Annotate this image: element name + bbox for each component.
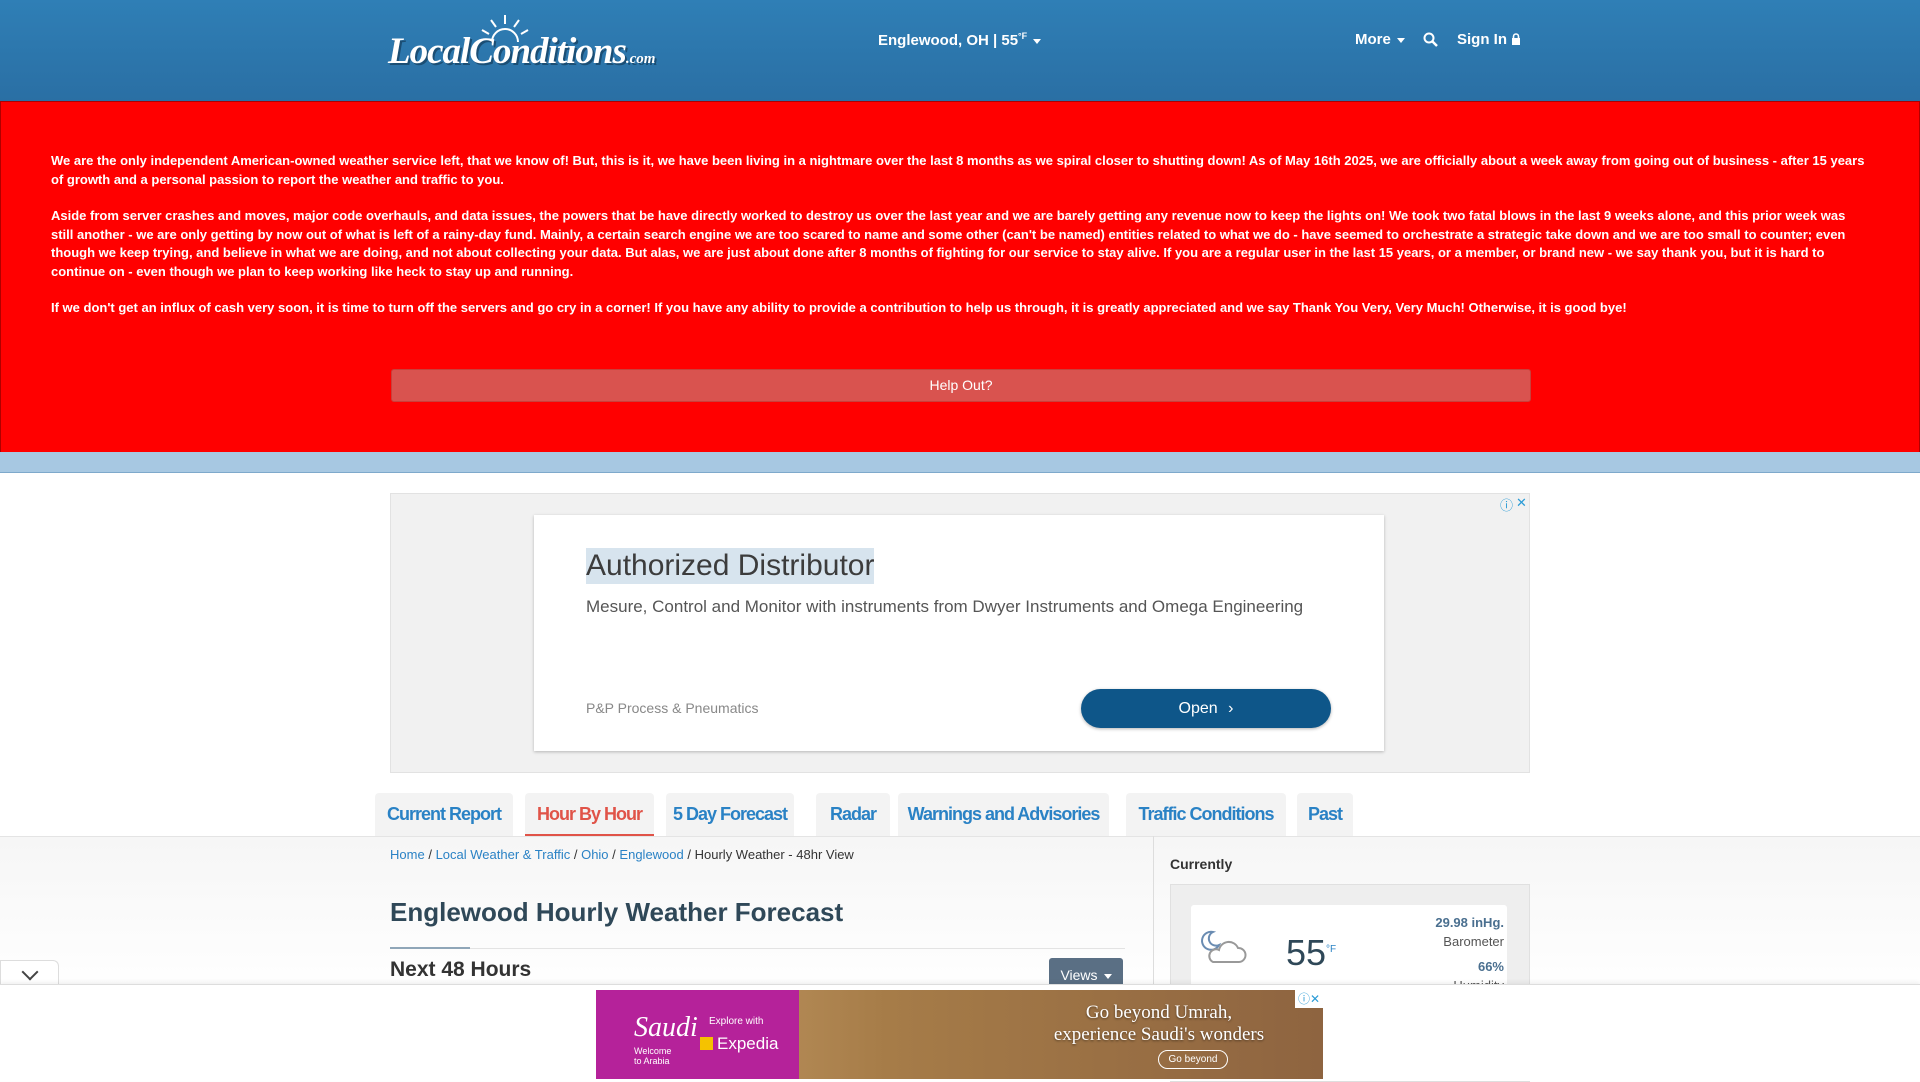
location-dropdown[interactable]: Englewood, OH | 55°F <box>878 31 1042 49</box>
ad-info-icon[interactable]: ⓘ <box>1500 495 1513 514</box>
ad-close-icon[interactable]: ✕ <box>1516 495 1527 511</box>
logo-text: LocalConditions <box>388 31 627 72</box>
saudi-headline-line: Go beyond Umrah, <box>1085 1002 1233 1023</box>
breadcrumb-state[interactable]: Ohio <box>581 847 608 862</box>
current-temperature: 55°F <box>1286 932 1336 974</box>
divider-accent <box>390 947 470 949</box>
ad-title[interactable]: Authorized Distributor <box>586 548 875 584</box>
barometer-value: 29.98 inHg. <box>1435 915 1504 930</box>
humidity-value: 66% <box>1477 959 1504 974</box>
partly-cloudy-night-icon <box>1201 930 1247 963</box>
saudi-logo: Saudi <box>634 1012 698 1043</box>
chevron-down-icon <box>1103 973 1112 979</box>
tab-radar[interactable]: Radar <box>816 793 890 836</box>
ad-close-icon[interactable]: ⓘ✕ <box>1295 990 1323 1008</box>
divider <box>390 948 1125 949</box>
temperature-value: 55 <box>1286 932 1327 973</box>
views-label: Views <box>1060 967 1098 983</box>
page-title: Englewood Hourly Weather Forecast <box>390 897 844 927</box>
banner-paragraph: Aside from server crashes and moves, maj… <box>51 208 1846 280</box>
saudi-headline-line: experience Saudi's wonders <box>1053 1024 1265 1045</box>
ad-open-label: Open <box>1178 700 1218 717</box>
top-navbar: LocalConditions.com Englewood, OH | 55°F… <box>0 0 1920 102</box>
donation-banner: We are the only independent American-own… <box>0 101 1920 454</box>
barometer-humidity: 29.98 inHg. Barometer 66% Humidity <box>1435 915 1504 993</box>
ad-advertiser: P&P Process & Pneumatics <box>586 700 759 716</box>
site-logo[interactable]: LocalConditions.com <box>388 12 655 78</box>
banner-paragraph: If we don't get an influx of cash very s… <box>51 300 1627 315</box>
location-label: Englewood, OH | 55 <box>878 32 1019 49</box>
search-icon <box>1423 32 1438 47</box>
expedia-mark-icon <box>700 1037 713 1050</box>
chevron-down-icon <box>1396 37 1405 43</box>
more-label: More <box>1355 31 1391 48</box>
breadcrumb-separator: / <box>612 847 616 862</box>
tab-hour-by-hour[interactable]: Hour By Hour <box>525 793 654 836</box>
saudi-tagline: Welcome to Arabia <box>634 1046 671 1066</box>
logo-tld: .com <box>625 51 656 67</box>
tab-5-day-forecast[interactable]: 5 Day Forecast <box>666 793 794 836</box>
section-heading: Next 48 Hours <box>390 958 532 981</box>
sign-in-link[interactable]: Sign In <box>1457 31 1521 48</box>
expedia-logo: Expedia <box>700 1034 778 1054</box>
breadcrumb-separator: / <box>687 847 691 862</box>
chevron-down-icon <box>1033 38 1042 44</box>
sign-in-label: Sign In <box>1457 31 1507 48</box>
ad-open-button[interactable]: Open › <box>1081 689 1331 728</box>
search-button[interactable] <box>1423 32 1438 51</box>
go-beyond-button[interactable]: Go beyond <box>1158 1050 1228 1069</box>
temperature-unit: °F <box>1326 944 1337 955</box>
chevron-right-icon: › <box>1228 700 1234 717</box>
more-menu[interactable]: More <box>1355 31 1405 48</box>
collapse-ad-button[interactable] <box>0 960 59 986</box>
breadcrumb-current: Hourly Weather - 48hr View <box>694 847 854 862</box>
help-out-button[interactable]: Help Out? <box>391 369 1531 402</box>
saudi-tagline-line: to Arabia <box>634 1056 670 1066</box>
banner-paragraph: We are the only independent American-own… <box>51 153 1865 187</box>
expedia-label: Expedia <box>717 1034 779 1053</box>
tab-current-report[interactable]: Current Report <box>375 793 513 836</box>
saudi-tagline-line: Welcome <box>634 1046 672 1056</box>
breadcrumb-local[interactable]: Local Weather & Traffic <box>436 847 571 862</box>
breadcrumb-separator: / <box>428 847 432 862</box>
breadcrumb: Home / Local Weather & Traffic / Ohio / … <box>390 847 854 862</box>
tab-past[interactable]: Past <box>1297 793 1353 836</box>
explore-with-label: Explore with <box>709 1016 764 1027</box>
saudi-banner-ad[interactable]: Saudi Welcome to Arabia Explore with Exp… <box>596 990 1323 1079</box>
currently-heading: Currently <box>1170 856 1233 872</box>
ad-description: Mesure, Control and Monitor with instrum… <box>586 597 1304 616</box>
breadcrumb-city[interactable]: Englewood <box>619 847 683 862</box>
barometer-label: Barometer <box>1443 934 1504 949</box>
temp-unit: °F <box>1018 31 1028 41</box>
banner-divider <box>0 452 1920 473</box>
tab-traffic-conditions[interactable]: Traffic Conditions <box>1126 793 1286 836</box>
breadcrumb-home[interactable]: Home <box>390 847 425 862</box>
lock-icon <box>1512 33 1521 45</box>
saudi-headline: Go beyond Umrah, experience Saudi's wond… <box>1009 1002 1309 1046</box>
ad-card[interactable]: Authorized Distributor Mesure, Control a… <box>534 515 1384 751</box>
breadcrumb-separator: / <box>573 847 578 862</box>
tab-warnings-advisories[interactable]: Warnings and Advisories <box>898 793 1109 836</box>
chevron-down-icon <box>21 963 38 981</box>
